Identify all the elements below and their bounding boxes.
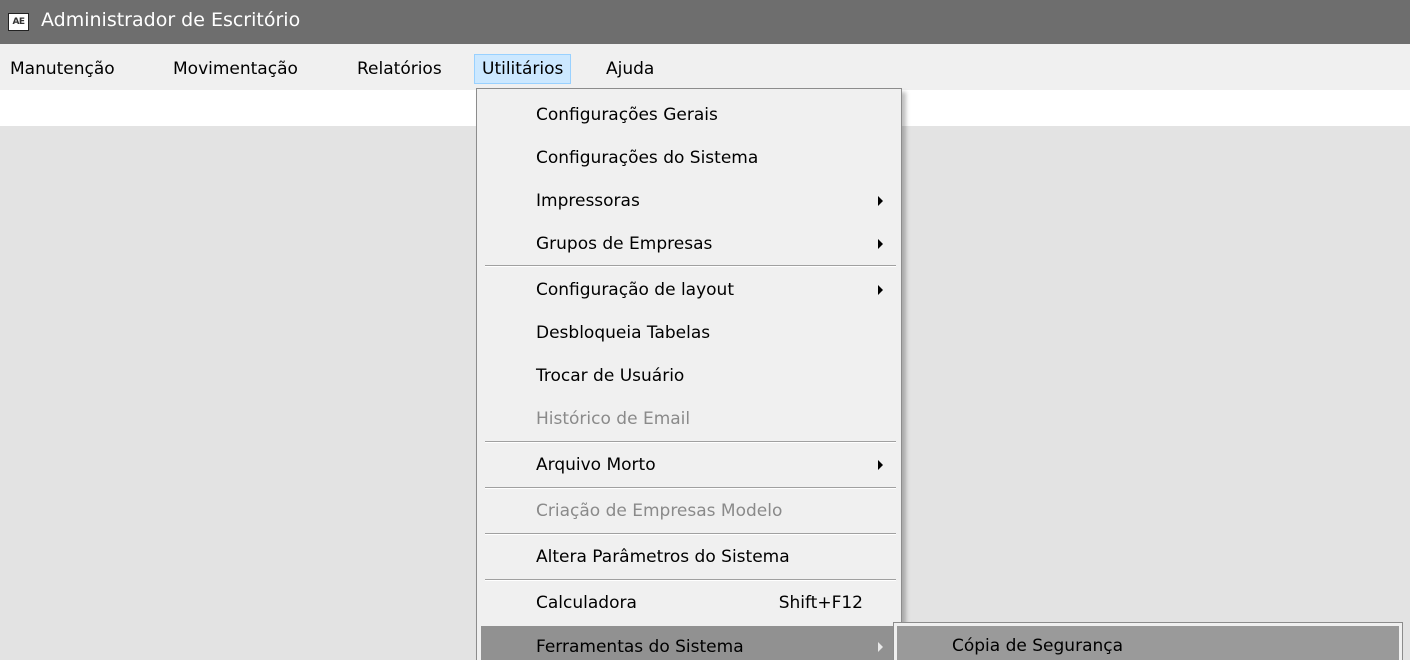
menu-item-configuracoes-sistema[interactable]: Configurações do Sistema: [481, 137, 897, 180]
menu-item-label: Cópia de Segurança: [952, 636, 1124, 656]
menu-item-label: Trocar de Usuário: [536, 366, 685, 386]
menu-item-grupos-empresas[interactable]: Grupos de Empresas: [481, 223, 897, 266]
menu-item-ferramentas-sistema[interactable]: Ferramentas do Sistema: [481, 626, 897, 660]
menu-item-label: Configurações Gerais: [536, 105, 718, 125]
menu-separator: [485, 533, 896, 535]
menu-item-altera-parametros[interactable]: Altera Parâmetros do Sistema: [481, 536, 897, 579]
app-icon[interactable]: AE: [8, 13, 29, 31]
menu-item-copia-seguranca[interactable]: Cópia de Segurança: [897, 626, 1399, 660]
submenu-arrow-icon: [878, 642, 883, 652]
menu-item-historico-email: Histórico de Email: [481, 398, 897, 441]
menu-movimentacao[interactable]: Movimentação: [166, 54, 305, 84]
menu-item-configuracoes-gerais[interactable]: Configurações Gerais: [481, 94, 897, 137]
utilitarios-dropdown: Configurações Gerais Configurações do Si…: [476, 88, 902, 660]
menu-item-label: Ferramentas do Sistema: [536, 637, 744, 657]
menu-item-arquivo-morto[interactable]: Arquivo Morto: [481, 444, 897, 487]
submenu-arrow-icon: [878, 239, 883, 249]
menu-separator: [485, 265, 896, 267]
menu-item-criacao-empresas-modelo: Criação de Empresas Modelo: [481, 490, 897, 533]
ferramentas-submenu: Cópia de Segurança: [893, 622, 1403, 660]
menu-separator: [485, 487, 896, 489]
menu-relatorios[interactable]: Relatórios: [350, 54, 449, 84]
menu-item-label: Desbloqueia Tabelas: [536, 323, 711, 343]
menu-item-label: Calculadora: [536, 593, 637, 613]
submenu-arrow-icon: [878, 285, 883, 295]
menu-item-impressoras[interactable]: Impressoras: [481, 180, 897, 223]
menu-item-trocar-usuario[interactable]: Trocar de Usuário: [481, 355, 897, 398]
menu-separator: [485, 579, 896, 581]
menu-separator: [485, 441, 896, 443]
menu-item-label: Impressoras: [536, 191, 640, 211]
menu-item-configuracao-layout[interactable]: Configuração de layout: [481, 269, 897, 312]
menu-item-label: Grupos de Empresas: [536, 234, 713, 254]
menu-item-label: Configuração de layout: [536, 280, 734, 300]
menu-item-label: Configurações do Sistema: [536, 148, 759, 168]
window-title: Administrador de Escritório: [41, 9, 301, 31]
submenu-arrow-icon: [878, 196, 883, 206]
submenu-arrow-icon: [878, 460, 883, 470]
menu-item-desbloqueia-tabelas[interactable]: Desbloqueia Tabelas: [481, 312, 897, 355]
menu-item-shortcut: Shift+F12: [778, 593, 863, 613]
menu-manutencao[interactable]: Manutenção: [3, 54, 122, 84]
menu-item-label: Arquivo Morto: [536, 455, 656, 475]
menu-utilitarios[interactable]: Utilitários: [474, 54, 572, 84]
menu-item-calculadora[interactable]: Calculadora Shift+F12: [481, 582, 897, 625]
menu-item-label: Histórico de Email: [536, 409, 691, 429]
menu-item-label: Altera Parâmetros do Sistema: [536, 547, 790, 567]
title-bar: AE Administrador de Escritório: [0, 0, 1410, 44]
menu-ajuda[interactable]: Ajuda: [599, 54, 661, 84]
menu-item-label: Criação de Empresas Modelo: [536, 501, 783, 521]
